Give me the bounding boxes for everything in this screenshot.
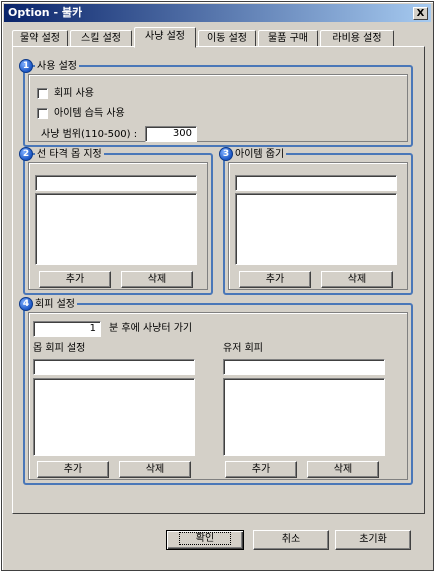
cancel-button[interactable]: 취소 xyxy=(253,530,329,550)
ok-button[interactable]: 확인 xyxy=(166,530,244,550)
mob-evade-delete-button[interactable]: 삭제 xyxy=(119,461,191,478)
close-button[interactable]: X xyxy=(413,7,428,20)
target-mob-group: 2 선 타격 몹 지정 추가 삭제 xyxy=(19,147,213,295)
target-mob-add-button[interactable]: 추가 xyxy=(39,271,111,288)
mob-evade-title: 몹 회피 설정 xyxy=(33,343,86,354)
mob-evade-list[interactable] xyxy=(33,378,195,456)
item-pickup-title: 아이템 줍기 xyxy=(233,148,287,162)
tab-hunt[interactable]: 사냥 설정 xyxy=(134,27,196,48)
tab-move[interactable]: 이동 설정 xyxy=(198,30,256,47)
user-evade-list[interactable] xyxy=(223,378,385,456)
mob-evade-input[interactable] xyxy=(33,359,195,375)
badge-1-icon: 1 xyxy=(19,59,33,73)
tab-purchase[interactable]: 물품 구매 xyxy=(258,30,318,47)
badge-4-icon: 4 xyxy=(19,297,33,311)
evade-title: 회피 설정 xyxy=(33,298,77,312)
range-label: 사냥 범위(110-500) : xyxy=(41,129,138,140)
target-mob-input[interactable] xyxy=(35,175,197,191)
tab-skill[interactable]: 스킬 설정 xyxy=(70,30,132,47)
tab-panel: 1 사용 설정 회피 사용 아이템 습득 사용 사냥 범위(110-500) :… xyxy=(12,46,425,514)
item-pickup-add-button[interactable]: 추가 xyxy=(239,271,311,288)
checkbox-icon[interactable] xyxy=(37,107,48,119)
usage-group: 1 사용 설정 회피 사용 아이템 습득 사용 사냥 범위(110-500) :… xyxy=(19,59,413,147)
title-bar[interactable]: Option - 불카 X xyxy=(4,4,431,22)
tab-rabi[interactable]: 라비용 설정 xyxy=(320,30,394,47)
evade-use-checkbox[interactable]: 회피 사용 xyxy=(37,87,94,101)
item-pickup-input[interactable] xyxy=(235,175,397,191)
option-window: Option - 불카 X 물약 설정 스킬 설정 사냥 설정 이동 설정 물품… xyxy=(1,1,434,571)
ok-label: 확인 xyxy=(178,532,232,545)
mob-evade-add-button[interactable]: 추가 xyxy=(37,461,109,478)
badge-3-icon: 3 xyxy=(219,147,233,161)
reset-button[interactable]: 초기화 xyxy=(335,530,411,550)
evade-minutes-input[interactable]: 1 xyxy=(33,321,101,337)
tab-potion[interactable]: 물약 설정 xyxy=(12,30,68,47)
evade-group: 4 회피 설정 1 분 후에 사냥터 가기 몹 회피 설정 유저 회피 추가 삭… xyxy=(19,297,413,485)
checkbox-icon[interactable] xyxy=(37,87,48,99)
item-pickup-delete-button[interactable]: 삭제 xyxy=(321,271,393,288)
item-pickup-label: 아이템 습득 사용 xyxy=(54,108,125,119)
item-pickup-checkbox[interactable]: 아이템 습득 사용 xyxy=(37,107,125,121)
evade-use-label: 회피 사용 xyxy=(54,88,94,99)
user-evade-title: 유저 회피 xyxy=(223,343,263,354)
range-input[interactable]: 300 xyxy=(145,126,197,142)
window-title: Option - 불카 xyxy=(8,6,83,19)
user-evade-input[interactable] xyxy=(223,359,385,375)
target-mob-delete-button[interactable]: 삭제 xyxy=(121,271,193,288)
evade-minutes-label: 분 후에 사냥터 가기 xyxy=(109,323,193,334)
badge-2-icon: 2 xyxy=(19,147,33,161)
usage-title: 사용 설정 xyxy=(35,60,79,74)
user-evade-add-button[interactable]: 추가 xyxy=(225,461,297,478)
item-pickup-list[interactable] xyxy=(235,193,397,265)
target-mob-title: 선 타격 몹 지정 xyxy=(35,148,104,162)
target-mob-list[interactable] xyxy=(35,193,197,265)
close-icon: X xyxy=(416,8,425,19)
user-evade-delete-button[interactable]: 삭제 xyxy=(307,461,379,478)
item-pickup-group: 3 아이템 줍기 추가 삭제 xyxy=(219,147,413,295)
